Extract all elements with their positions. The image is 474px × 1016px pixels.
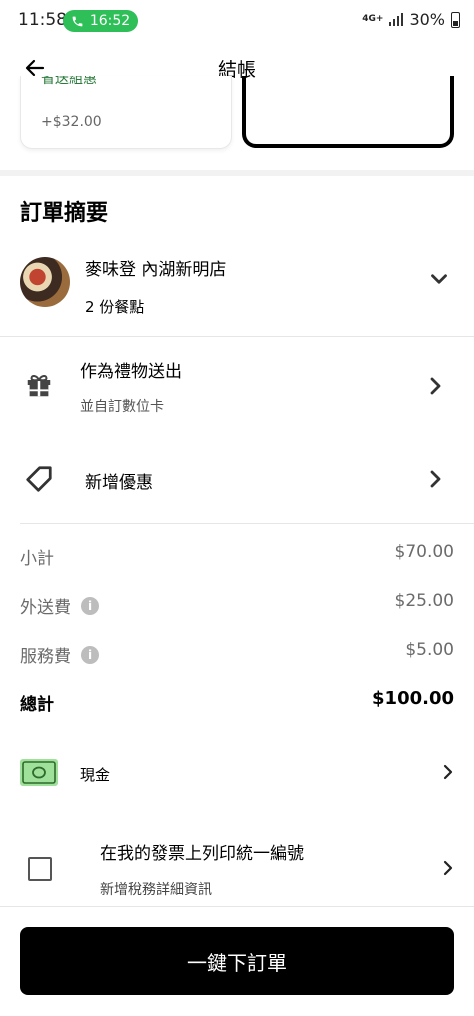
section-divider [0,170,474,176]
subtotal-label: 小計 [20,544,54,569]
delivery-fee-label: 外送費 i [20,593,99,618]
delivery-fee-value: $25.00 [394,591,454,611]
service-fee-value: $5.00 [405,640,454,660]
store-avatar [20,257,70,307]
cash-icon [20,759,58,786]
chevron-down-icon[interactable] [426,266,452,292]
ongoing-call-pill[interactable]: 16:52 [63,10,138,32]
divider [0,336,474,337]
service-fee-text: 服務費 [20,647,71,667]
send-as-gift-row[interactable] [0,340,474,430]
payment-method-row[interactable] [0,745,474,800]
delivery-option-price: +$32.00 [41,114,102,130]
place-order-button[interactable]: 一鍵下訂單 [20,927,454,995]
info-icon[interactable]: i [81,596,99,615]
chevron-right-icon [430,470,441,488]
divider [0,906,474,907]
subtotal-value: $70.00 [394,542,454,562]
delivery-option-card-selected[interactable] [242,76,454,148]
add-promotion-label: 新增優惠 [85,473,153,493]
phone-icon [72,16,83,26]
subtotal-text: 小計 [20,549,54,569]
tag-icon [26,466,52,492]
store-name: 麥味登 內湖新明店 [85,260,227,280]
chevron-right-icon [430,377,441,395]
service-fee-label: 服務費 i [20,642,99,667]
call-timer: 16:52 [89,13,131,29]
info-icon[interactable]: i [81,645,99,664]
chevron-right-icon [443,860,453,876]
gift-title: 作為禮物送出 [80,362,182,382]
chevron-right-icon [443,764,453,780]
add-promotion-row[interactable] [0,445,474,515]
delivery-fee-text: 外送費 [20,598,71,618]
delivery-option-label: 省送組惠 [41,76,97,87]
battery-percent: 30% [409,10,445,29]
gift-icon [27,375,51,397]
delivery-option-card[interactable]: 省送組惠 +$32.00 [20,76,232,149]
total-value: $100.00 [372,688,454,709]
gift-subtitle: 並自訂數位卡 [80,399,164,415]
battery-icon [451,11,460,28]
invoice-title: 在我的發票上列印統一編號 [100,844,304,864]
order-summary-title: 訂單摘要 [20,201,109,226]
total-label: 總計 [20,695,54,715]
tax-id-checkbox[interactable] [28,857,52,881]
signal-icon [389,13,404,26]
payment-method-label: 現金 [80,766,111,784]
network-type: 4G+ [362,14,384,24]
divider [20,523,474,524]
status-indicators: 4G+ 30% [362,10,460,29]
status-time: 11:58 [18,10,67,30]
item-count: 2 份餐點 [85,298,145,316]
invoice-subtitle: 新增稅務詳細資訊 [100,882,212,898]
